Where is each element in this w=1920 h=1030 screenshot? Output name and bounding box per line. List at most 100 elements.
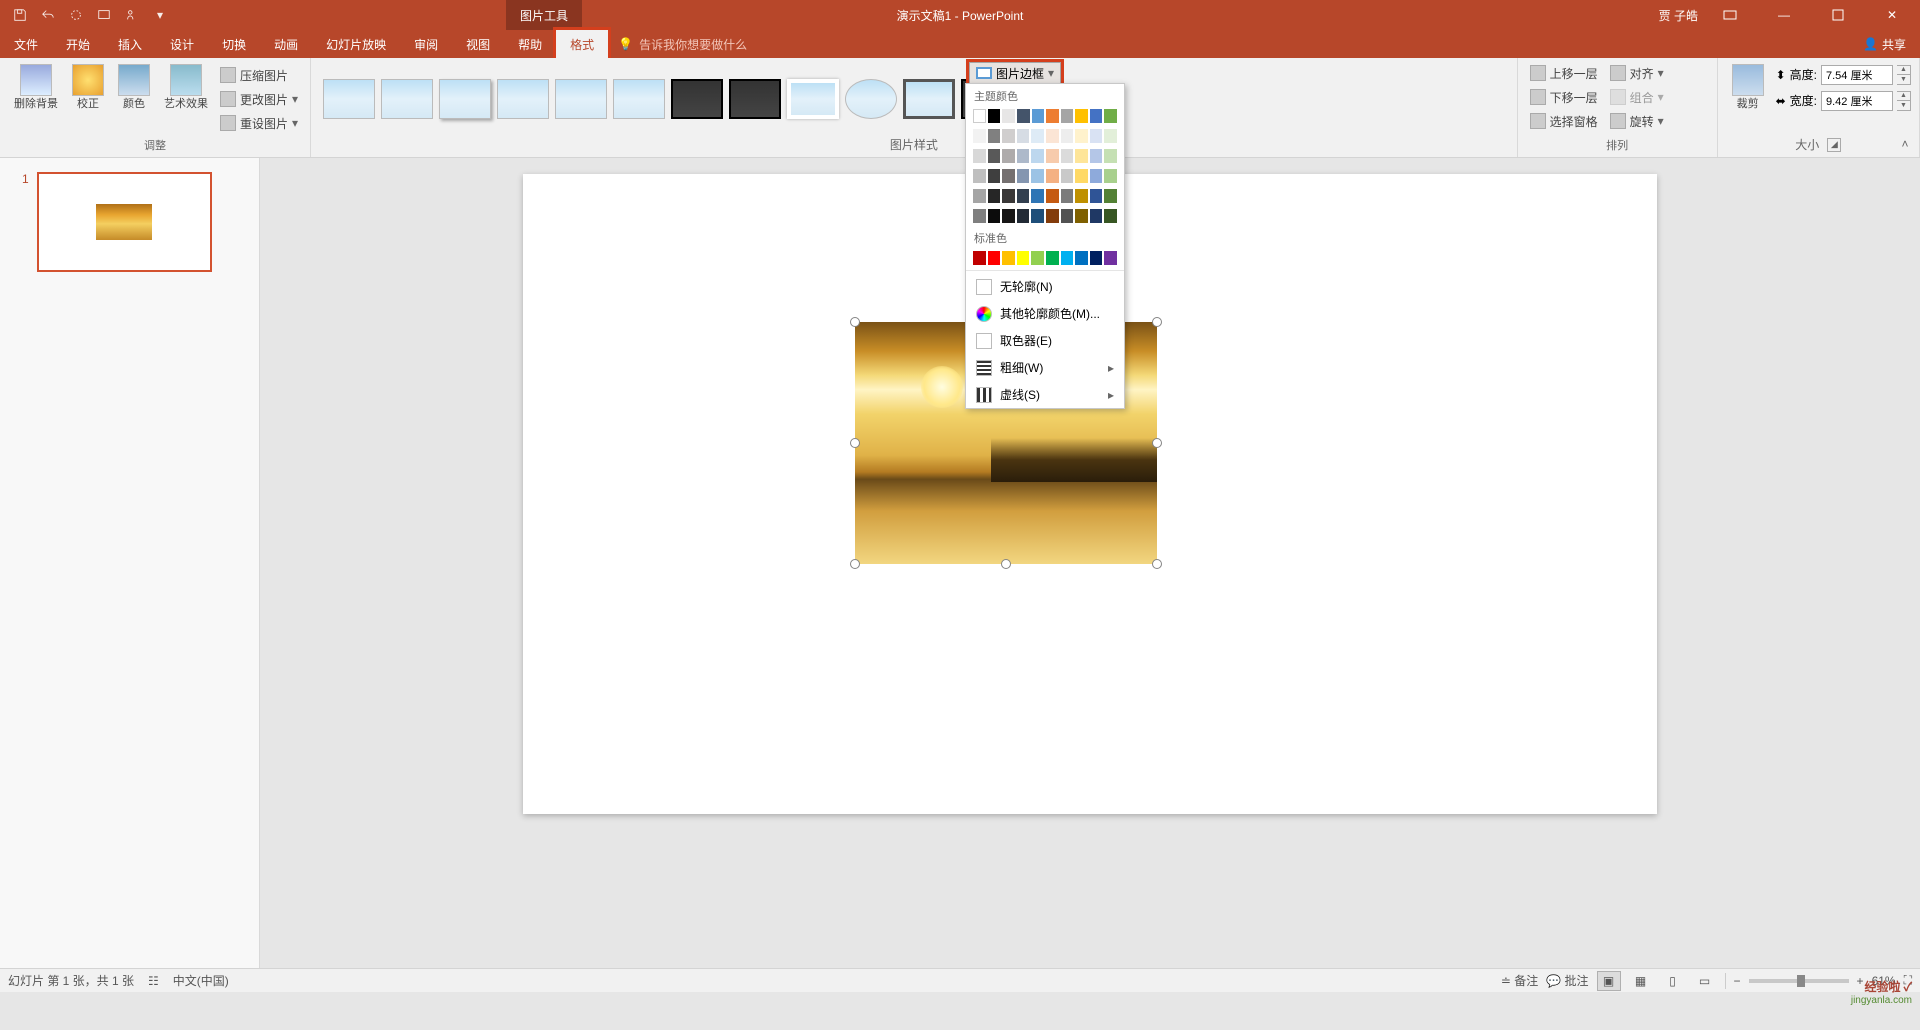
color-swatch[interactable]	[988, 209, 1001, 223]
style-thumb[interactable]	[497, 79, 549, 119]
reading-view-button[interactable]: ▯	[1661, 971, 1685, 991]
color-swatch[interactable]	[1002, 169, 1015, 183]
color-swatch[interactable]	[1031, 251, 1044, 265]
tab-transition[interactable]: 切换	[208, 30, 260, 58]
tab-insert[interactable]: 插入	[104, 30, 156, 58]
resize-handle-br[interactable]	[1152, 559, 1162, 569]
color-swatch[interactable]	[1046, 149, 1059, 163]
corrections-button[interactable]: 校正	[66, 62, 110, 113]
color-swatch[interactable]	[1104, 251, 1117, 265]
color-swatch[interactable]	[1075, 189, 1088, 203]
color-swatch[interactable]	[1061, 251, 1074, 265]
tab-design[interactable]: 设计	[156, 30, 208, 58]
height-spinner[interactable]: ▲▼	[1897, 65, 1911, 85]
color-swatch[interactable]	[1002, 209, 1015, 223]
send-backward-button[interactable]: 下移一层	[1526, 86, 1602, 108]
resize-handle-tr[interactable]	[1152, 317, 1162, 327]
collapse-ribbon-button[interactable]: ˄	[1896, 135, 1914, 153]
color-swatch[interactable]	[1104, 109, 1117, 123]
color-swatch[interactable]	[1002, 189, 1015, 203]
tell-me-search[interactable]: 💡 告诉我你想要做什么	[608, 30, 747, 58]
picture-styles-gallery[interactable]: ▴▾▿	[319, 62, 1509, 136]
color-swatch[interactable]	[1032, 109, 1045, 123]
style-thumb[interactable]	[381, 79, 433, 119]
normal-view-button[interactable]: ▣	[1597, 971, 1621, 991]
rotate-button[interactable]: 旋转▾	[1606, 110, 1668, 132]
color-swatch[interactable]	[1002, 109, 1015, 123]
tab-view[interactable]: 视图	[452, 30, 504, 58]
style-thumb[interactable]	[671, 79, 723, 119]
color-swatch[interactable]	[1090, 129, 1103, 143]
tab-animation[interactable]: 动画	[260, 30, 312, 58]
color-swatch[interactable]	[1061, 189, 1074, 203]
color-swatch[interactable]	[973, 169, 986, 183]
color-swatch[interactable]	[1075, 169, 1088, 183]
slide-sorter-button[interactable]: ▦	[1629, 971, 1653, 991]
color-swatch[interactable]	[1031, 169, 1044, 183]
color-swatch[interactable]	[1090, 209, 1103, 223]
slide-panel[interactable]: 1	[0, 158, 260, 968]
ribbon-display-button[interactable]	[1708, 0, 1752, 30]
tab-slideshow[interactable]: 幻灯片放映	[312, 30, 400, 58]
color-swatch[interactable]	[1002, 251, 1015, 265]
user-name[interactable]: 贾 子皓	[1659, 7, 1698, 24]
color-swatch[interactable]	[1090, 169, 1103, 183]
color-swatch[interactable]	[1017, 169, 1030, 183]
color-swatch[interactable]	[1017, 189, 1030, 203]
color-button[interactable]: 颜色	[112, 62, 156, 113]
compress-pictures-button[interactable]: 压缩图片	[216, 64, 302, 86]
color-swatch[interactable]	[1002, 149, 1015, 163]
color-swatch[interactable]	[973, 251, 986, 265]
tab-help[interactable]: 帮助	[504, 30, 556, 58]
style-thumb[interactable]	[787, 79, 839, 119]
selection-pane-button[interactable]: 选择窗格	[1526, 110, 1602, 132]
resize-handle-b[interactable]	[1001, 559, 1011, 569]
color-swatch[interactable]	[1031, 129, 1044, 143]
group-button[interactable]: 组合▾	[1606, 86, 1668, 108]
zoom-slider[interactable]	[1749, 979, 1849, 983]
color-swatch[interactable]	[1075, 129, 1088, 143]
color-swatch[interactable]	[1017, 251, 1030, 265]
align-button[interactable]: 对齐▾	[1606, 62, 1668, 84]
style-thumb[interactable]	[323, 79, 375, 119]
slide-thumb-wrap[interactable]: 1	[22, 172, 237, 272]
maximize-button[interactable]	[1816, 0, 1860, 30]
comments-button[interactable]: 💬 批注	[1546, 972, 1588, 989]
resize-handle-l[interactable]	[850, 438, 860, 448]
slide-thumbnail[interactable]	[37, 172, 212, 272]
tab-home[interactable]: 开始	[52, 30, 104, 58]
color-swatch[interactable]	[1061, 169, 1074, 183]
color-swatch[interactable]	[988, 129, 1001, 143]
color-swatch[interactable]	[1104, 169, 1117, 183]
notes-button[interactable]: ≐ 备注	[1501, 972, 1538, 989]
color-swatch[interactable]	[1046, 169, 1059, 183]
color-swatch[interactable]	[1090, 251, 1103, 265]
color-swatch[interactable]	[1061, 109, 1074, 123]
width-input[interactable]	[1821, 91, 1893, 111]
touch-mode-button[interactable]	[120, 3, 144, 27]
color-swatch[interactable]	[1017, 209, 1030, 223]
style-thumb[interactable]	[729, 79, 781, 119]
dashes-item[interactable]: 虚线(S)▸	[966, 381, 1124, 408]
color-swatch[interactable]	[973, 109, 986, 123]
artistic-effects-button[interactable]: 艺术效果	[158, 62, 214, 113]
style-thumb[interactable]	[439, 79, 491, 119]
style-thumb[interactable]	[903, 79, 955, 119]
color-swatch[interactable]	[1075, 209, 1088, 223]
color-swatch[interactable]	[1061, 149, 1074, 163]
change-picture-button[interactable]: 更改图片▾	[216, 88, 302, 110]
color-swatch[interactable]	[988, 251, 1001, 265]
color-swatch[interactable]	[1031, 189, 1044, 203]
start-from-beginning-button[interactable]	[92, 3, 116, 27]
slideshow-button[interactable]: ▭	[1693, 971, 1717, 991]
color-swatch[interactable]	[1031, 149, 1044, 163]
color-swatch[interactable]	[1075, 109, 1088, 123]
undo-button[interactable]	[36, 3, 60, 27]
color-swatch[interactable]	[1046, 209, 1059, 223]
width-spinner[interactable]: ▲▼	[1897, 91, 1911, 111]
color-swatch[interactable]	[1104, 149, 1117, 163]
no-outline-item[interactable]: 无轮廓(N)	[966, 273, 1124, 300]
picture-border-button[interactable]: 图片边框 ▾	[969, 62, 1061, 84]
color-swatch[interactable]	[1104, 189, 1117, 203]
color-swatch[interactable]	[973, 149, 986, 163]
